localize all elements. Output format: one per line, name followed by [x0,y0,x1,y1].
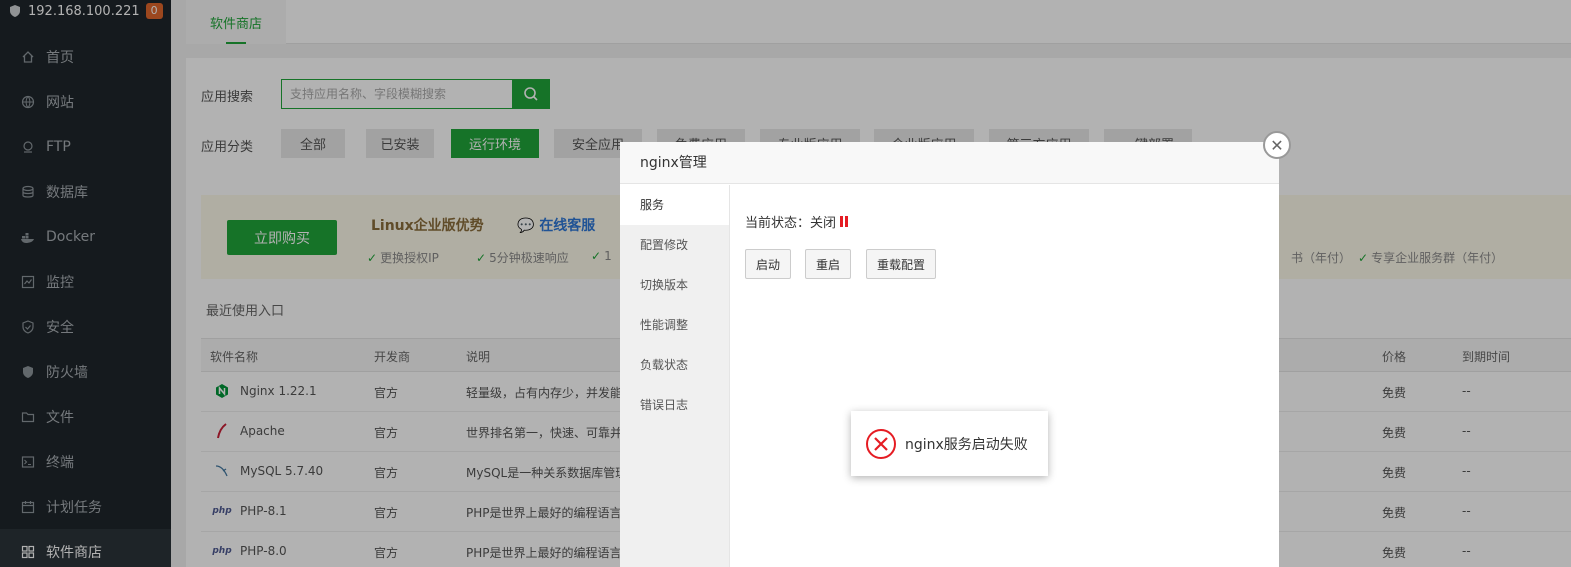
modal-nav-error-log[interactable]: 错误日志 [620,385,729,425]
toast-message: nginx服务启动失败 [905,436,1028,453]
reload-config-button[interactable]: 重载配置 [866,249,936,279]
error-x-icon [866,428,896,459]
restart-button[interactable]: 重启 [805,249,851,279]
nginx-manage-modal: nginx管理 服务 配置修改 切换版本 性能调整 负载状态 错误日志 当前状态… [620,142,1279,567]
modal-title: nginx管理 [620,142,1279,184]
start-button[interactable]: 启动 [745,249,791,279]
stopped-icon [840,216,844,227]
service-status: 当前状态：关闭 [745,212,844,231]
close-icon[interactable]: ✕ [1263,131,1291,159]
modal-nav-service[interactable]: 服务 [620,185,729,225]
error-toast: nginx服务启动失败 [851,411,1048,476]
modal-nav: 服务 配置修改 切换版本 性能调整 负载状态 错误日志 [620,185,730,567]
modal-nav-performance[interactable]: 性能调整 [620,305,729,345]
modal-nav-load-status[interactable]: 负载状态 [620,345,729,385]
modal-nav-version[interactable]: 切换版本 [620,265,729,305]
modal-nav-config[interactable]: 配置修改 [620,225,729,265]
